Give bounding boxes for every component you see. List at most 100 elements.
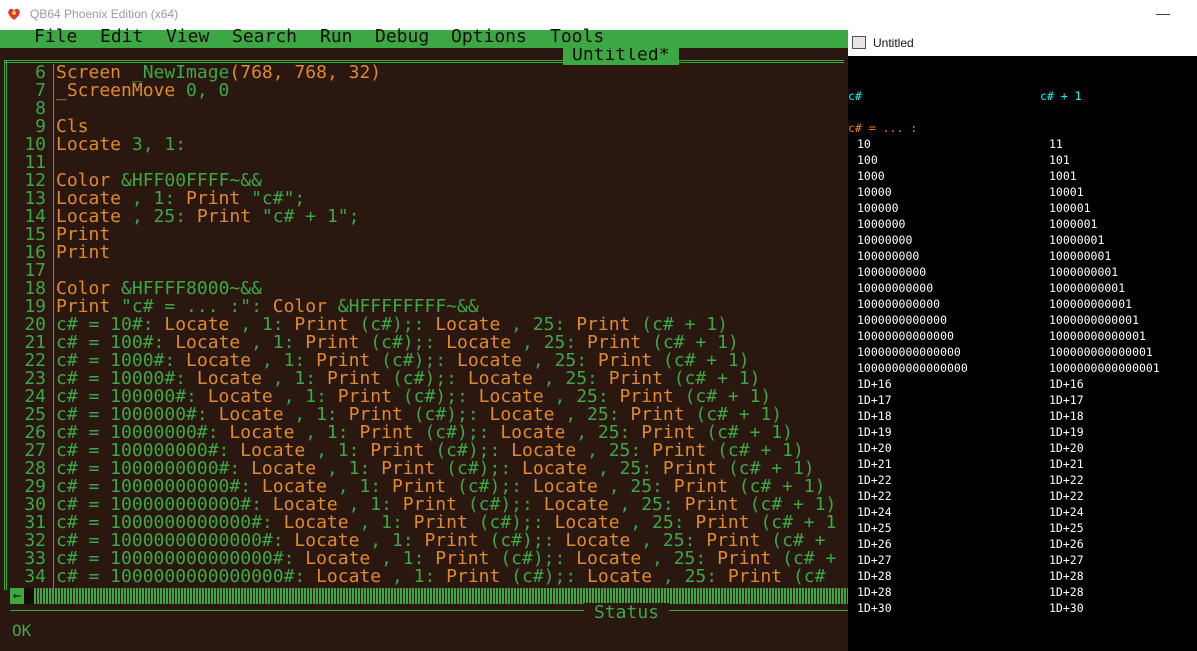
code-text: (c#);: bbox=[511, 566, 588, 587]
output-value: 1D+30 bbox=[1049, 601, 1084, 615]
code-keyword: _ScreenMove bbox=[56, 80, 187, 101]
output-value: 10000000000001 bbox=[1049, 329, 1146, 343]
output-value: 1D+20 bbox=[1049, 441, 1084, 455]
scroll-left-arrow-icon[interactable]: ← bbox=[10, 588, 24, 604]
output-value: 1D+17 bbox=[1049, 393, 1084, 407]
code-line[interactable]: _ScreenMove 0, 0 bbox=[56, 82, 848, 100]
output-value: 1D+28 bbox=[857, 569, 892, 583]
window-icon bbox=[852, 36, 866, 49]
output-value: 1D+22 bbox=[1049, 473, 1084, 487]
output-value: 1D+28 bbox=[1049, 569, 1084, 583]
output-value: 1000 bbox=[857, 169, 885, 183]
menu-debug[interactable]: Debug bbox=[375, 27, 429, 47]
output-value: 1D+16 bbox=[857, 377, 892, 391]
output-value: 10000000001 bbox=[1049, 281, 1126, 295]
output-value: 1D+26 bbox=[857, 537, 892, 551]
code-keyword: Print bbox=[446, 566, 512, 587]
menu-options[interactable]: Options bbox=[451, 27, 527, 47]
output-value: 1D+30 bbox=[857, 601, 892, 615]
output-value: 1000000000000001 bbox=[1049, 361, 1160, 375]
output-value: 1D+22 bbox=[857, 473, 892, 487]
output-value: 1D+24 bbox=[1049, 505, 1084, 519]
output-window-titlebar: Untitled bbox=[848, 30, 1197, 56]
qb64-logo-icon bbox=[8, 8, 20, 20]
minimize-button[interactable]: — bbox=[1156, 6, 1170, 20]
output-value: 1D+18 bbox=[857, 409, 892, 423]
output-window: Untitled c# c# + 1 c# = ... : 10 100 1000 1… bbox=[848, 30, 1197, 651]
output-value: 101 bbox=[1049, 153, 1070, 167]
code-keyword: Locate bbox=[587, 566, 663, 587]
output-value: 100000000001 bbox=[1049, 297, 1133, 311]
output-value: 1D+24 bbox=[857, 505, 892, 519]
code-keyword: Locate bbox=[56, 134, 132, 155]
app-title: QB64 Phoenix Edition (x64) bbox=[30, 7, 179, 21]
output-value: 100000000000000 bbox=[857, 345, 961, 359]
output-value: 100000000000001 bbox=[1049, 345, 1153, 359]
code-line[interactable]: Print bbox=[56, 244, 848, 262]
code-line[interactable]: Locate , 25: Print "c# + 1"; bbox=[56, 208, 848, 226]
output-subheader: c# = ... : bbox=[848, 121, 918, 135]
code-text: , 1: bbox=[391, 566, 447, 587]
gutter-divider bbox=[53, 64, 54, 590]
output-value: 100001 bbox=[1049, 201, 1091, 215]
output-value: 1D+27 bbox=[1049, 553, 1084, 567]
scrollbar-thumb[interactable] bbox=[24, 588, 34, 604]
output-value: 1000000001 bbox=[1049, 265, 1119, 279]
output-value: 10000000 bbox=[857, 233, 913, 247]
code-keyword: Print bbox=[727, 566, 793, 587]
output-value: 1000001 bbox=[1049, 217, 1098, 231]
code-keyword: (768, 768, 32) bbox=[229, 62, 382, 83]
code-keyword: Print bbox=[196, 206, 262, 227]
output-value: 100 bbox=[857, 153, 878, 167]
output-value: 10 bbox=[857, 137, 871, 151]
code-text: "c# + 1"; bbox=[261, 206, 360, 227]
code-line[interactable]: c# = 1000000000000000#: Locate , 1: Prin… bbox=[56, 568, 848, 586]
output-value: 10001 bbox=[1049, 185, 1084, 199]
menu-edit[interactable]: Edit bbox=[100, 27, 143, 47]
menu-run[interactable]: Run bbox=[320, 27, 353, 47]
menu-view[interactable]: View bbox=[166, 27, 209, 47]
status-divider bbox=[10, 610, 848, 611]
code-line[interactable]: Locate 3, 1: bbox=[56, 136, 848, 154]
output-value: 1D+21 bbox=[857, 457, 892, 471]
menu-bar: File Edit View Search Run Debug Options … bbox=[0, 27, 848, 48]
horizontal-scrollbar[interactable] bbox=[10, 588, 848, 604]
output-header-c: c# bbox=[848, 89, 862, 103]
output-value: 10000 bbox=[857, 185, 892, 199]
output-value: 1000000000001 bbox=[1049, 313, 1140, 327]
output-value: 1000000000000000 bbox=[857, 361, 968, 375]
output-value: 11 bbox=[1049, 137, 1063, 151]
code-text: 0, 0 bbox=[186, 80, 230, 101]
code-text: (c# bbox=[792, 566, 826, 587]
output-header-c-plus-1: c# + 1 bbox=[1040, 89, 1082, 103]
menu-search[interactable]: Search bbox=[232, 27, 297, 47]
code-text: c# = 1000000000000000#: bbox=[56, 566, 317, 587]
code-editor[interactable]: Untitled* 6 7 8 9 10 11 12 13 14 15 16 17 18 19 20 21 22… bbox=[0, 48, 848, 602]
output-window-title: Untitled bbox=[873, 36, 914, 50]
output-value: 100000000 bbox=[857, 249, 920, 263]
output-value: 1000000000 bbox=[857, 265, 927, 279]
line-number-gutter: 6 7 8 9 10 11 12 13 14 15 16 17 18 19 20 21 22 23 24 25 26 27… bbox=[12, 64, 46, 586]
menu-file[interactable]: File bbox=[34, 27, 77, 47]
output-value: 1D+19 bbox=[857, 425, 892, 439]
output-value: 1D+26 bbox=[1049, 537, 1084, 551]
output-value: 1D+27 bbox=[857, 553, 892, 567]
editor-tab-title: Untitled* bbox=[563, 48, 679, 65]
output-value: 1D+17 bbox=[857, 393, 892, 407]
code-line[interactable] bbox=[56, 100, 848, 118]
output-value: 1D+20 bbox=[857, 441, 892, 455]
status-title: Status bbox=[584, 603, 670, 623]
output-value: 10000001 bbox=[1049, 233, 1105, 247]
code-line[interactable]: Print bbox=[56, 226, 848, 244]
menu-tools[interactable]: Tools bbox=[550, 27, 604, 47]
output-value: 1D+28 bbox=[857, 585, 892, 599]
output-value: 1D+28 bbox=[1049, 585, 1084, 599]
code-area[interactable]: Screen _NewImage(768, 768, 32) _ScreenMov… bbox=[56, 64, 848, 586]
status-message: OK bbox=[12, 621, 32, 640]
editor-frame-left bbox=[4, 60, 7, 590]
code-text: 3, 1: bbox=[131, 134, 187, 155]
output-value: 1001 bbox=[1049, 169, 1077, 183]
output-value: 100000001 bbox=[1049, 249, 1112, 263]
output-value: 100000 bbox=[857, 201, 899, 215]
output-value: 1D+18 bbox=[1049, 409, 1084, 423]
